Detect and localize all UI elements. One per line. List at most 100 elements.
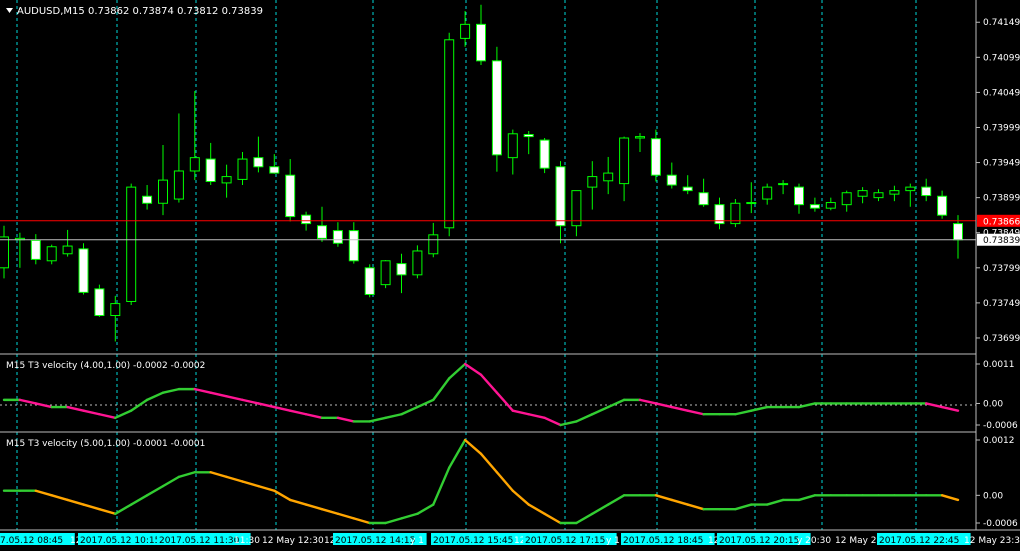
time-tick-label: y 20:30: [797, 536, 831, 546]
time-tick-label: y 1: [410, 536, 424, 546]
candle[interactable]: [94, 284, 105, 317]
time-tick-label: 2017.05.12 20:15: [719, 536, 799, 546]
candle[interactable]: [444, 32, 455, 237]
candle-body: [619, 137, 630, 185]
candle[interactable]: [730, 199, 741, 228]
candle-body: [953, 223, 963, 241]
price-tick-label: 0.73999: [983, 123, 1020, 133]
candle-body: [380, 260, 391, 286]
time-tick-label: 12 May 23:30: [964, 536, 1020, 546]
candle-body: [937, 195, 948, 216]
symbol-title: AUDUSD,M15: [17, 6, 85, 17]
candle-body: [94, 288, 105, 317]
ask-price-label: 0.73866: [983, 217, 1020, 227]
time-tick-label: 2017.05.12 15:45: [433, 536, 513, 546]
candle-body: [444, 39, 455, 229]
indicator-tick-label: 0.00: [983, 399, 1003, 409]
candle-body: [221, 176, 232, 184]
trading-chart[interactable]: 0.0011 0.00 -0.0006 0.0012 0.00 -0.0006 AUDU…: [0, 0, 1020, 551]
candle-body: [746, 202, 757, 205]
indicator-tick-label: 0.00: [983, 491, 1003, 501]
time-tick-label: 2017.05.12 14:15: [335, 536, 415, 546]
candle-body: [523, 134, 534, 138]
candle-body: [539, 139, 550, 169]
time-tick-label: 2017.05.12 22:45: [879, 536, 959, 546]
candle-body: [587, 176, 598, 188]
candle[interactable]: [78, 243, 89, 295]
indicator2-label: M15 T3 velocity (5.00,1.00) -0.0001 -0.0…: [6, 439, 205, 449]
candle-body: [301, 214, 312, 225]
candle-body: [825, 202, 836, 209]
time-tick-label: 11:30: [234, 536, 260, 546]
candle-body: [635, 136, 645, 139]
candle-body: [412, 250, 423, 276]
candle-body: [0, 236, 9, 269]
price-tick-label: 0.73799: [983, 264, 1020, 274]
candle-body: [460, 23, 471, 39]
candle-body: [762, 186, 773, 200]
candle-body: [778, 183, 789, 186]
time-tick-label: 2017.05.12 17:15: [525, 536, 605, 546]
price-tick-label: 0.73749: [983, 299, 1020, 309]
time-tick-label: y 1: [606, 536, 620, 546]
candle-body: [78, 248, 89, 293]
candle-body: [507, 133, 518, 159]
candle[interactable]: [126, 183, 137, 305]
candle-body: [666, 174, 677, 186]
candle-body: [253, 157, 264, 168]
price-tick-label: 0.74149: [983, 18, 1020, 28]
indicator1-label: M15 T3 velocity (4.00,1.00) -0.0002 -0.0…: [6, 361, 205, 371]
candle-body: [62, 245, 73, 255]
candle-body: [889, 190, 900, 195]
candle-body: [809, 204, 820, 209]
candle-body: [173, 170, 184, 200]
candle-body: [142, 195, 153, 204]
indicator-tick-label: 0.0011: [983, 360, 1015, 370]
candle-body: [332, 230, 343, 244]
candle-body: [46, 246, 57, 262]
indicator-tick-label: -0.0006: [983, 519, 1018, 529]
candle[interactable]: [539, 138, 550, 174]
indicator-tick-label: 0.0012: [983, 436, 1015, 446]
candle-body: [269, 166, 280, 174]
candle-body: [348, 230, 359, 262]
candle-body: [110, 303, 121, 317]
candle-body: [158, 179, 168, 204]
price-tick-label: 0.74099: [983, 53, 1020, 63]
time-tick-label: 2017.05.12 11:30: [159, 536, 240, 546]
bid-price-label: 0.73839: [983, 236, 1020, 246]
candle-body: [794, 186, 804, 206]
time-tick-label: 12 May 2: [835, 536, 877, 546]
time-tick-label: 2017.05.12 18:45: [623, 536, 703, 546]
price-tick-label: 0.73699: [983, 334, 1020, 344]
candle-body: [189, 157, 200, 172]
candle[interactable]: [364, 264, 375, 298]
candle-body: [650, 138, 661, 176]
candle-body: [285, 174, 296, 218]
candle-body: [905, 186, 916, 192]
price-tick-label: 0.73899: [983, 194, 1020, 204]
candle-body: [30, 239, 41, 260]
candle-body: [841, 192, 852, 206]
candle-body: [873, 192, 884, 199]
time-tick-label: 12 May 12:30: [262, 536, 324, 546]
price-tick-label: 0.73949: [983, 159, 1020, 169]
time-tick-label: 2017.05.12 10:15: [80, 536, 160, 546]
candle-body: [682, 186, 693, 192]
candle-body: [603, 172, 614, 182]
candle-body: [491, 60, 502, 156]
candle-body: [317, 225, 327, 239]
candle[interactable]: [491, 46, 502, 172]
ohlc-readout: 0.73862 0.73874 0.73812 0.73839: [88, 6, 263, 17]
chart-background: [0, 0, 1020, 551]
candle-body: [476, 23, 486, 62]
candle-body: [396, 263, 407, 276]
candle-body: [126, 186, 137, 302]
time-tick-label: 7.05.12 08:45: [0, 536, 63, 546]
candle-body: [555, 166, 566, 227]
candle-body: [364, 267, 375, 295]
indicator-tick-label: -0.0006: [983, 421, 1018, 431]
candle-body: [205, 158, 216, 183]
candle[interactable]: [380, 260, 391, 289]
candle-body: [921, 186, 932, 197]
